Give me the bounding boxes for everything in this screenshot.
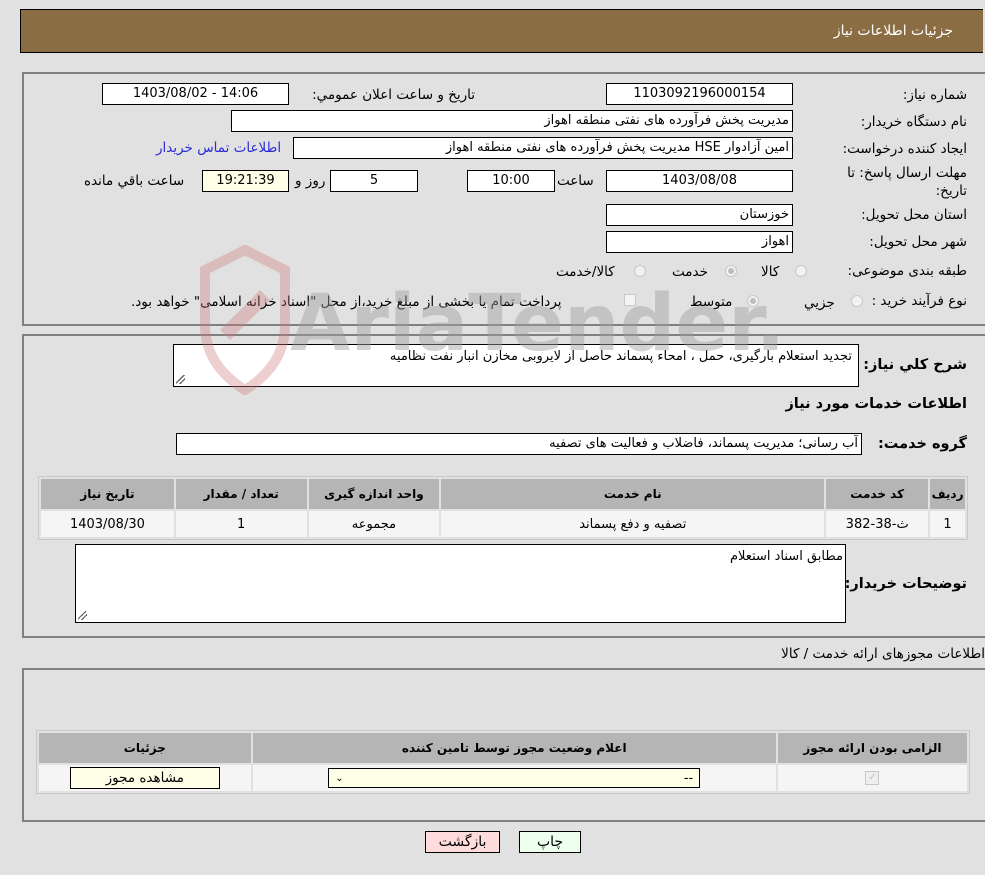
permit-status-value: -- [683,770,694,786]
chevron-down-icon: ⌄ [335,772,344,784]
treasury-checkbox[interactable] [624,294,636,306]
permit-status-select[interactable]: -- ⌄ [328,768,701,788]
deadline-time-label: ساعت [557,173,594,189]
page-header: جزئیات اطلاعات نیاز [20,9,983,53]
services-table: ردیف کد خدمت نام خدمت واحد اندازه گیری ت… [38,476,968,540]
summary-textarea[interactable]: تجدید استعلام بارگیری، حمل ، امحاء پسمان… [173,344,859,387]
deadline-label-2: تاریخ: [935,183,967,199]
col-date-header: تاریخ نیاز [41,479,174,509]
summary-label: شرح کلي نیاز: [863,357,967,373]
days-label: روز و [295,173,326,189]
cell-name: تصفیه و دفع پسماند [441,511,825,537]
cell-row: 1 [930,511,965,537]
cell-required: ✓ [777,765,967,791]
col-row-header: ردیف [930,479,965,509]
deadline-date-field: 1403/08/08 [606,170,793,192]
buyer-notes-text: مطابق اسناد استعلام [730,549,843,564]
category-option-goods: کالا [761,264,780,280]
cell-unit: مجموعه [308,511,440,537]
cell-details: مشاهده مجوز [39,765,251,791]
deadline-label: مهلت ارسال پاسخ: تا [847,165,967,181]
permits-title: اطلاعات مجوزهای ارائه خدمت / کالا [781,646,985,662]
process-option-minor: جزيي [804,295,835,311]
deadline-time-field: 10:00 [467,170,555,192]
col-required-header: الزامی بودن ارائه مجوز [777,733,967,763]
category-option-service: خدمت [672,264,708,280]
resize-handle-icon[interactable] [78,611,87,620]
need-number-field: 1103092196000154 [606,83,793,105]
province-label: استان محل تحویل: [861,207,967,223]
services-table-header: ردیف کد خدمت نام خدمت واحد اندازه گیری ت… [41,479,965,509]
category-option-goods-service: کالا/خدمت [556,264,615,280]
table-row: 1 ث-38-382 تصفیه و دفع پسماند مجموعه 1 1… [41,511,965,537]
process-radio-minor[interactable] [851,295,863,307]
process-option-medium: متوسط [690,294,733,310]
remaining-time-field: 19:21:39 [202,170,289,192]
buyer-org-label: نام دستگاه خریدار: [860,114,967,130]
category-radio-goods-service[interactable] [634,265,646,277]
col-code-header: کد خدمت [826,479,929,509]
service-group-field: آب رسانی؛ مدیریت پسماند، فاضلاب و فعالیت… [176,433,862,455]
col-qty-header: تعداد / مقدار [175,479,307,509]
col-name-header: نام خدمت [441,479,825,509]
buyer-notes-textarea[interactable]: مطابق اسناد استعلام [75,544,846,623]
remaining-time-label: ساعت باقي مانده [84,173,185,189]
cell-date: 1403/08/30 [41,511,174,537]
announce-datetime-field: 1403/08/02 - 14:06 [102,83,289,105]
cell-status: -- ⌄ [252,765,776,791]
city-label: شهر محل تحویل: [869,234,967,250]
requester-field: امین آزادوار HSE مدیریت پخش فرآورده های … [293,137,793,159]
requester-label: ایجاد کننده درخواست: [842,141,967,157]
required-checkbox: ✓ [865,771,880,785]
treasury-note: پرداخت تمام یا بخشی از مبلغ خرید،از محل … [131,294,562,310]
cell-code: ث-38-382 [826,511,929,537]
category-label: طبقه بندی موضوعی: [847,263,967,279]
table-row: ✓ -- ⌄ مشاهده مجوز [39,765,967,791]
buyer-notes-label: توضیحات خریدار: [844,576,967,592]
province-field: خوزستان [606,204,793,226]
remaining-days-field: 5 [330,170,418,192]
services-title: اطلاعات خدمات مورد نیاز [785,396,967,412]
back-button[interactable]: بازگشت [425,831,500,853]
col-unit-header: واحد اندازه گیری [308,479,440,509]
view-permit-button[interactable]: مشاهده مجوز [69,767,220,789]
resize-handle-icon[interactable] [176,375,185,384]
service-group-label: گروه خدمت: [877,436,967,452]
category-radio-goods[interactable] [795,265,807,277]
buyer-org-field: مدیریت پخش فرآورده های نفتی منطقه اهواز [231,110,793,132]
col-status-header: اعلام وضعیت مجوز توسط تامین کننده [252,733,776,763]
summary-text: تجدید استعلام بارگیری، حمل ، امحاء پسمان… [389,349,852,364]
category-radio-service[interactable] [725,265,737,277]
permits-table-header: الزامی بودن ارائه مجوز اعلام وضعیت مجوز … [39,733,967,763]
process-label: نوع فرآیند خرید : [871,293,967,309]
need-number-label: شماره نیاز: [902,87,967,103]
city-field: اهواز [606,231,793,253]
page-title: جزئیات اطلاعات نیاز [833,23,953,39]
cell-qty: 1 [175,511,307,537]
announce-datetime-label: تاریخ و ساعت اعلان عمومي: [312,87,475,103]
col-details-header: جزئیات [39,733,251,763]
permits-table: الزامی بودن ارائه مجوز اعلام وضعیت مجوز … [36,730,970,794]
buyer-contact-link[interactable]: اطلاعات تماس خریدار [156,140,281,156]
process-radio-medium[interactable] [747,295,759,307]
print-button[interactable]: چاپ [519,831,581,853]
